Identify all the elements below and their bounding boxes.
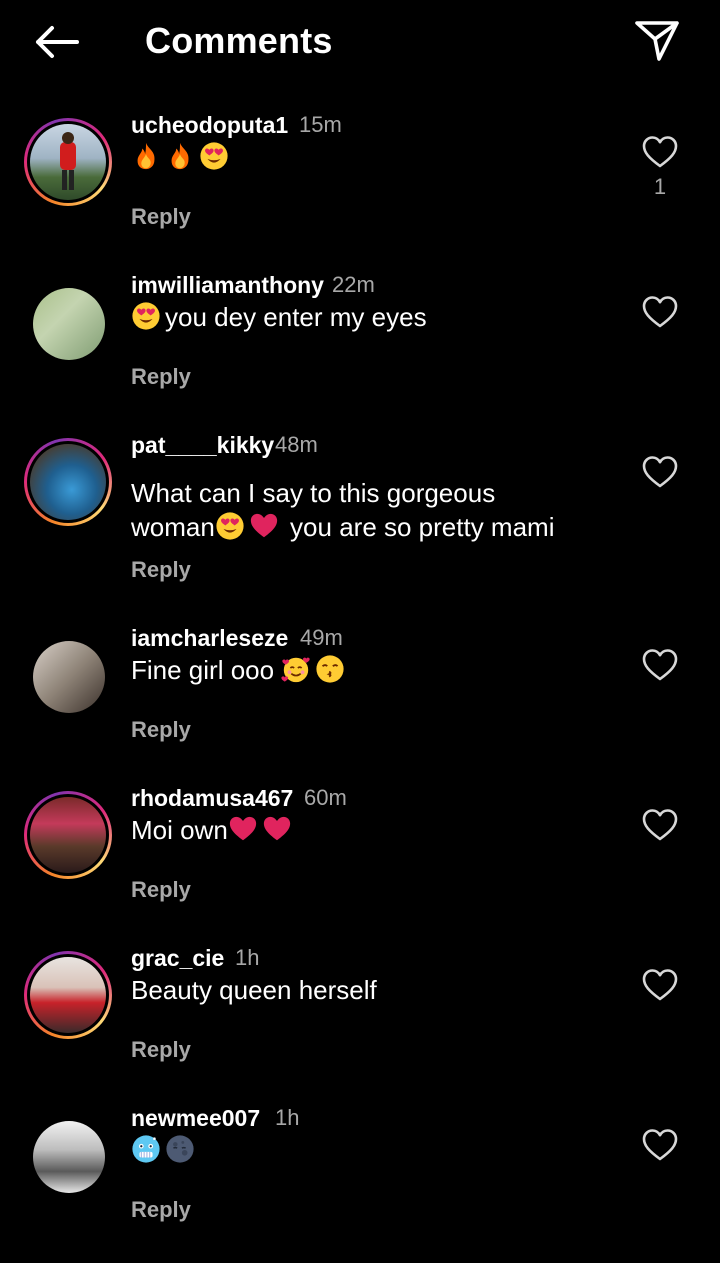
back-button[interactable] (28, 18, 84, 66)
comment-text: you dey enter my eyes (131, 300, 631, 334)
comment-timestamp: 48m (275, 432, 318, 457)
comment-text: Fine girl ooo (131, 653, 631, 687)
avatar-container[interactable] (24, 1121, 112, 1209)
comment-username[interactable]: iamcharleseze (131, 623, 288, 653)
comment-username[interactable]: grac_cie (131, 943, 224, 973)
fire-emoji (165, 141, 195, 171)
avatar-story-ring[interactable] (24, 438, 112, 526)
avatar (33, 641, 105, 713)
avatar (30, 444, 106, 520)
comment-username[interactable]: imwilliamanthony (131, 270, 324, 300)
comment-timestamp: 1h (235, 945, 260, 970)
header-bar: Comments (0, 0, 720, 82)
comment-item: newmee007 1h Reply (0, 1103, 720, 1263)
heart-outline-icon[interactable] (641, 967, 679, 1003)
heart-outline-icon[interactable] (641, 647, 679, 683)
comment-text: Beauty queen herself (131, 975, 377, 1005)
comment-item: rhodamusa467 60m Moi own Reply (0, 783, 720, 943)
page-title: Comments (145, 20, 333, 61)
red-heart-emoji (262, 814, 292, 844)
cold-face-emoji (131, 1134, 161, 1164)
comment-text: What can I say to this gorgeous woman yo… (131, 478, 555, 542)
kissing-face-emoji (315, 654, 345, 684)
comment-text (131, 140, 631, 174)
avatar-story-ring[interactable] (24, 791, 112, 879)
reply-button[interactable]: Reply (131, 715, 191, 745)
heart-outline-icon[interactable] (641, 134, 679, 170)
comment-item: grac_cie 1h Beauty queen herself Reply (0, 943, 720, 1103)
heart-outline-icon[interactable] (641, 294, 679, 330)
heart-outline-icon[interactable] (641, 454, 679, 490)
reply-button[interactable]: Reply (131, 1035, 191, 1065)
red-heart-emoji (249, 511, 279, 541)
comment-timestamp: 60m (304, 785, 347, 810)
avatar-story-ring[interactable] (24, 118, 112, 206)
comment-username[interactable]: pat____kikky (131, 430, 274, 460)
comment-item: imwilliamanthony 22m you dey enter my ey… (0, 270, 720, 430)
reply-button[interactable]: Reply (131, 875, 191, 905)
comment-timestamp: 15m (299, 112, 342, 137)
avatar (33, 288, 105, 360)
comment-timestamp: 49m (300, 625, 343, 650)
comment-timestamp: 22m (332, 272, 375, 297)
comment-text (131, 1133, 631, 1167)
like-count: 1 (653, 174, 667, 199)
avatar-story-ring[interactable] (24, 951, 112, 1039)
reply-button[interactable]: Reply (131, 555, 191, 585)
share-button[interactable] (630, 16, 684, 66)
comment-item: pat____kikky 48m What can I say to this … (0, 430, 720, 590)
comment-username[interactable]: ucheodoputa1 (131, 110, 288, 140)
avatar-container[interactable] (24, 288, 112, 376)
comment-item: iamcharleseze 49m Fine girl ooo Reply (0, 623, 720, 783)
heart-eyes-emoji (215, 511, 245, 541)
heart-outline-icon[interactable] (641, 807, 679, 843)
heart-outline-icon[interactable] (641, 1127, 679, 1163)
comment-text: Moi own (131, 813, 631, 847)
comment-timestamp: 1h (275, 1105, 300, 1130)
comment-item: ucheodoputa1 15m Reply 1 (0, 110, 720, 270)
reply-button[interactable]: Reply (131, 362, 191, 392)
avatar (30, 797, 106, 873)
avatar (30, 124, 106, 200)
reply-button[interactable]: Reply (131, 202, 191, 232)
new-moon-face-emoji (165, 1134, 195, 1164)
avatar (33, 1121, 105, 1193)
comment-username[interactable]: newmee007 (131, 1103, 260, 1133)
heart-eyes-emoji (199, 141, 229, 171)
avatar-container[interactable] (24, 641, 112, 729)
paper-plane-icon (635, 21, 679, 61)
heart-eyes-emoji (131, 301, 161, 331)
fire-emoji (131, 141, 161, 171)
comment-username[interactable]: rhodamusa467 (131, 783, 293, 813)
avatar (30, 957, 106, 1033)
smiling-face-with-hearts-emoji (281, 654, 311, 684)
arrow-left-icon (36, 26, 79, 58)
reply-button[interactable]: Reply (131, 1195, 191, 1225)
red-heart-emoji (228, 814, 258, 844)
